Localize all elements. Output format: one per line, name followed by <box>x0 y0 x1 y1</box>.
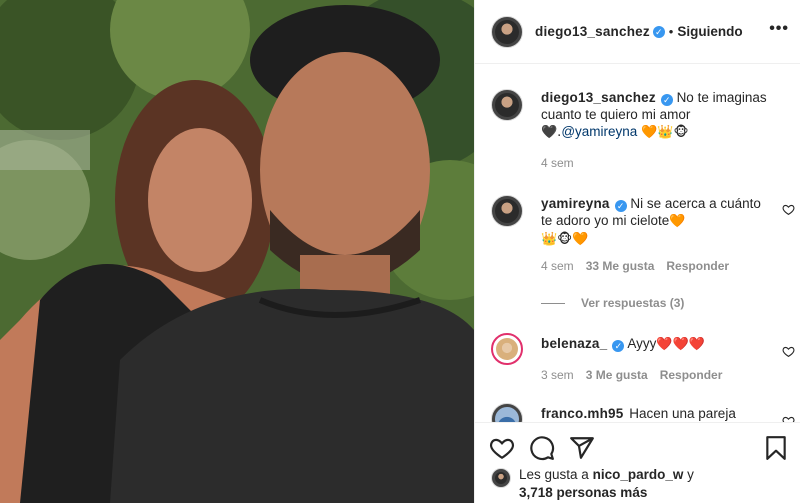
bookmark-icon[interactable] <box>763 435 789 461</box>
caption-text: diego13_sanchez ✓ No te imaginas cuanto t… <box>541 89 769 172</box>
likes-suffix: y <box>687 467 694 482</box>
comment-username[interactable]: yamireyna <box>541 196 610 211</box>
verified-badge-icon: ✓ <box>612 340 625 352</box>
comment-meta: 4 sem 33 Me gusta Responder <box>541 258 769 275</box>
comment-time[interactable]: 4 sem <box>541 258 574 275</box>
comment-avatar[interactable] <box>491 333 523 365</box>
header-info: diego13_sanchez ✓ • Siguiendo <box>535 24 743 39</box>
comment-username[interactable]: belenaza_ <box>541 336 607 351</box>
comment-like-heart-icon[interactable] <box>782 203 795 216</box>
likes-prefix: Les gusta a <box>519 467 589 482</box>
comment-body: Ayyy <box>627 336 657 351</box>
caption-mention[interactable]: @yamireyna <box>561 124 637 139</box>
comment-like-heart-icon[interactable] <box>782 415 795 422</box>
post-photo[interactable] <box>0 0 474 503</box>
caption-meta: 4 sem <box>541 155 769 172</box>
comment-text: belenaza_ ✓ Ayyy❤️❤️❤️ 3 sem 3 Me gusta R… <box>541 333 769 384</box>
heart-icon[interactable] <box>489 435 515 461</box>
post-header: diego13_sanchez ✓ • Siguiendo ••• <box>475 0 800 64</box>
reply-button[interactable]: Responder <box>666 258 729 275</box>
comment-emojis: 👑🐵🧡 <box>541 232 589 247</box>
comment-emojis: ❤️❤️❤️ <box>656 337 705 352</box>
selfie-illustration <box>0 0 474 503</box>
share-icon[interactable] <box>569 435 595 461</box>
caption-avatar[interactable] <box>491 89 523 121</box>
verified-badge-icon: ✓ <box>652 25 665 38</box>
liker-username[interactable]: nico_pardo_w <box>593 467 684 482</box>
caption-time[interactable]: 4 sem <box>541 155 574 172</box>
reply-button[interactable]: Responder <box>660 367 723 384</box>
author-username[interactable]: diego13_sanchez <box>535 24 650 39</box>
comment-body: Hacen una pareja <box>629 406 736 421</box>
likes-count[interactable]: 3,718 personas más <box>519 485 647 500</box>
comment-emoji: 🧡 <box>669 214 686 229</box>
replies-divider <box>541 302 565 304</box>
liker-avatar[interactable] <box>491 468 511 488</box>
comment-avatar[interactable] <box>491 403 523 422</box>
caption-emojis: 🧡👑🐵 <box>641 125 689 140</box>
comment-time[interactable]: 3 sem <box>541 367 574 384</box>
comment-item: yamireyna ✓ Ni se acerca a cuánto te ador… <box>491 195 795 275</box>
likes-text: Les gusta a nico_pardo_w y 3,718 persona… <box>519 466 694 502</box>
comment-avatar[interactable] <box>491 195 523 227</box>
caption-username[interactable]: diego13_sanchez <box>541 90 656 105</box>
comment-item: belenaza_ ✓ Ayyy❤️❤️❤️ 3 sem 3 Me gusta R… <box>491 333 795 384</box>
instagram-post: diego13_sanchez ✓ • Siguiendo ••• diego1… <box>0 0 800 503</box>
header-separator: • <box>668 24 674 39</box>
comment-icon[interactable] <box>529 435 555 461</box>
comment-like-heart-icon[interactable] <box>782 345 795 358</box>
comments-list: diego13_sanchez ✓ No te imaginas cuanto t… <box>475 65 800 422</box>
comment-likes[interactable]: 3 Me gusta <box>586 367 648 384</box>
comment-username[interactable]: franco.mh95 <box>541 406 623 421</box>
post-side-panel: diego13_sanchez ✓ • Siguiendo ••• diego1… <box>474 0 800 503</box>
caption: diego13_sanchez ✓ No te imaginas cuanto t… <box>491 89 791 172</box>
comment-item: franco.mh95 Hacen una pareja <box>491 403 795 422</box>
author-avatar[interactable] <box>491 15 523 48</box>
view-replies-button[interactable]: Ver respuestas (3) <box>541 296 684 310</box>
more-options-icon[interactable]: ••• <box>769 20 789 38</box>
following-button[interactable]: Siguiendo <box>677 24 742 39</box>
verified-badge-icon: ✓ <box>614 200 627 212</box>
comment-meta: 3 sem 3 Me gusta Responder <box>541 367 769 384</box>
comment-text: yamireyna ✓ Ni se acerca a cuánto te ador… <box>541 195 769 275</box>
caption-emoji-heart: 🖤. <box>541 125 562 140</box>
comment-text: franco.mh95 Hacen una pareja <box>541 403 769 422</box>
comment-likes[interactable]: 33 Me gusta <box>586 258 655 275</box>
verified-badge-icon: ✓ <box>660 94 673 106</box>
likes-summary: Les gusta a nico_pardo_w y 3,718 persona… <box>491 466 694 502</box>
view-replies-label: Ver respuestas (3) <box>581 296 685 310</box>
